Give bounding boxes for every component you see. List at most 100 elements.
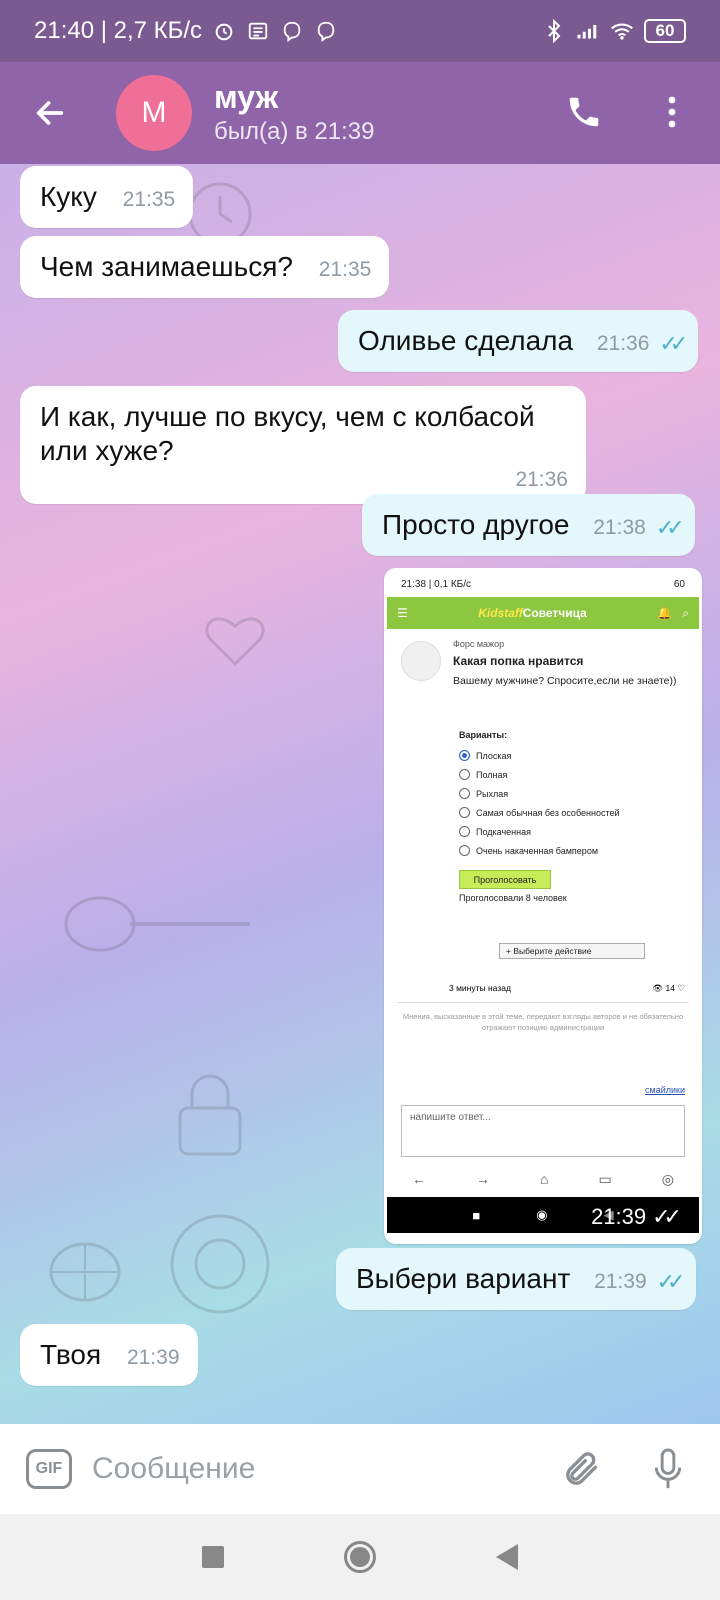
call-button[interactable]	[556, 84, 612, 140]
arrow-left-icon: ←	[412, 1171, 426, 1187]
screenshot-status-time: 21:38 | 0,1 КБ/с	[401, 578, 472, 590]
doodle-turtle-icon	[49, 1242, 121, 1302]
microphone-icon	[654, 1448, 682, 1489]
browser-nav: ← → ⌂ ▭ ◎	[387, 1161, 699, 1197]
screenshot-status-bar: 21:38 | 0,1 КБ/с 60	[387, 571, 699, 597]
doodle-lock-icon	[178, 1074, 242, 1156]
message-bubble-in[interactable]: Куку 21:35	[20, 166, 194, 228]
signal-icon	[576, 19, 600, 43]
message-text: Оливье сделала	[358, 325, 574, 356]
paperclip-icon	[566, 1452, 597, 1485]
vote-button: Проголосовать	[459, 870, 551, 889]
message-text: И как, лучше по вкусу, чем с колбасой ил…	[40, 401, 535, 466]
message-time: 21:39	[126, 1346, 180, 1369]
poll-option: Рыхлая	[459, 784, 687, 803]
poll-option: Очень накаченная бампером	[459, 841, 687, 860]
screenshot-site-header: ☰ KidstaffСоветчица 🔔 ⌕	[387, 597, 699, 629]
message-time: 21:36	[515, 468, 568, 491]
viber-icon	[280, 19, 304, 43]
more-options-button[interactable]	[654, 84, 690, 140]
doodle-heart-icon	[205, 617, 265, 667]
screenshot-post: Форс мажор Какая попка нравится Вашему м…	[387, 629, 699, 969]
posted-ago: 3 минуты назад	[449, 983, 511, 993]
message-time: 21:39	[594, 1270, 647, 1293]
circle-icon: ◉	[536, 1207, 548, 1222]
message-bubble-in[interactable]: Чем занимаешься? 21:35	[20, 236, 390, 298]
site-logo: KidstaffСоветчица	[478, 606, 587, 620]
system-nav-bar	[0, 1514, 720, 1600]
screenshot-battery: 60	[673, 578, 685, 590]
poll: Варианты: Плоская Полная Рыхлая Самая об…	[459, 730, 687, 903]
more-vert-icon	[668, 96, 676, 128]
action-select: + Выберите действие	[499, 943, 645, 959]
read-checkmarks-icon: ✓✓	[656, 1269, 686, 1294]
viber-icon-2	[314, 19, 338, 43]
chat-status: был(а) в 21:39	[214, 118, 375, 145]
home-icon: ⌂	[540, 1171, 549, 1187]
eye-icon: 👁	[652, 983, 666, 993]
radio-icon	[459, 826, 470, 837]
post-question: Вашему мужчине? Спросите,если не знаете)…	[453, 675, 677, 687]
read-checkmarks-icon: ✓✓	[652, 1204, 682, 1229]
poll-option: Подкаченная	[459, 822, 687, 841]
doodle-guitar-icon	[64, 896, 250, 952]
phone-icon	[569, 97, 599, 127]
message-time: 21:36	[596, 332, 650, 355]
read-checkmarks-icon: ✓✓	[655, 515, 685, 540]
search-icon: ⌕	[682, 605, 689, 620]
radio-selected-icon	[459, 750, 470, 761]
square-icon: ■	[472, 1207, 481, 1223]
chat-header: М муж был(а) в 21:39	[0, 62, 720, 164]
home-button[interactable]	[344, 1541, 376, 1573]
arrow-left-icon	[36, 101, 64, 125]
back-button[interactable]	[0, 62, 100, 164]
image-message[interactable]: 21:38 | 0,1 КБ/с 60 ☰ KidstaffСоветчица …	[384, 568, 702, 1244]
bell-icon: 🔔	[657, 606, 673, 620]
reply-textarea: напишите ответ...	[401, 1105, 685, 1157]
smiles-link: смайлики	[645, 1085, 685, 1095]
message-text: Выбери вариант	[356, 1263, 571, 1294]
alarm-icon	[212, 19, 236, 43]
post-author: Форс мажор	[453, 639, 505, 649]
message-input[interactable]: Сообщение	[92, 1452, 554, 1486]
post-author-avatar	[401, 641, 441, 681]
message-time: 21:35	[122, 188, 176, 211]
read-checkmarks-icon: ✓✓	[659, 331, 688, 356]
message-time: 21:38	[593, 516, 646, 539]
message-time: 21:35	[318, 258, 372, 281]
recents-button[interactable]	[202, 1546, 224, 1568]
avatar[interactable]: М	[116, 75, 192, 151]
mic-button[interactable]	[640, 1441, 696, 1497]
chat-name: муж	[214, 79, 279, 115]
views-count: 14	[665, 983, 675, 993]
disclaimer: Мнения, высказанные в этой теме, передаю…	[397, 1002, 689, 1033]
message-bubble-out[interactable]: Выбери вариант 21:39 ✓✓	[336, 1248, 696, 1310]
attach-button[interactable]	[554, 1441, 610, 1497]
radio-icon	[459, 788, 470, 799]
message-input-bar: GIF Сообщение	[0, 1424, 720, 1514]
chat-area[interactable]: Куку 21:35 Чем занимаешься? 21:35 Оливье…	[0, 164, 720, 1424]
poll-option: Самая обычная без особенностей	[459, 803, 687, 822]
message-bubble-in[interactable]: Твоя 21:39	[20, 1324, 198, 1386]
radio-icon	[459, 845, 470, 856]
chat-info[interactable]: муж был(а) в 21:39	[214, 78, 374, 148]
image-time: 21:39 ✓✓	[581, 1201, 685, 1233]
poll-option: Плоская	[459, 746, 687, 765]
wifi-icon	[610, 19, 634, 43]
gif-button[interactable]: GIF	[26, 1449, 72, 1489]
account-icon: ◎	[661, 1170, 674, 1187]
message-text: Куку	[40, 181, 97, 212]
message-text: Просто другое	[382, 509, 570, 540]
message-bubble-out[interactable]: Просто другое 21:38 ✓✓	[362, 494, 695, 556]
message-bubble-in[interactable]: И как, лучше по вкусу, чем с колбасой ил…	[20, 386, 586, 504]
menu-icon: ☰	[397, 606, 408, 620]
radio-icon	[459, 807, 470, 818]
message-bubble-out[interactable]: Оливье сделала 21:36 ✓✓	[338, 310, 699, 372]
bluetooth-icon	[542, 19, 566, 43]
doodle-lifebuoy-icon	[170, 1214, 270, 1314]
back-nav-button[interactable]	[496, 1544, 518, 1570]
voted-count: Проголосовали 8 человек	[459, 893, 567, 903]
message-text: Чем занимаешься?	[40, 251, 293, 282]
post-meta: 3 минуты назад 👁 14 ♡	[449, 983, 685, 994]
notes-icon	[246, 19, 270, 43]
